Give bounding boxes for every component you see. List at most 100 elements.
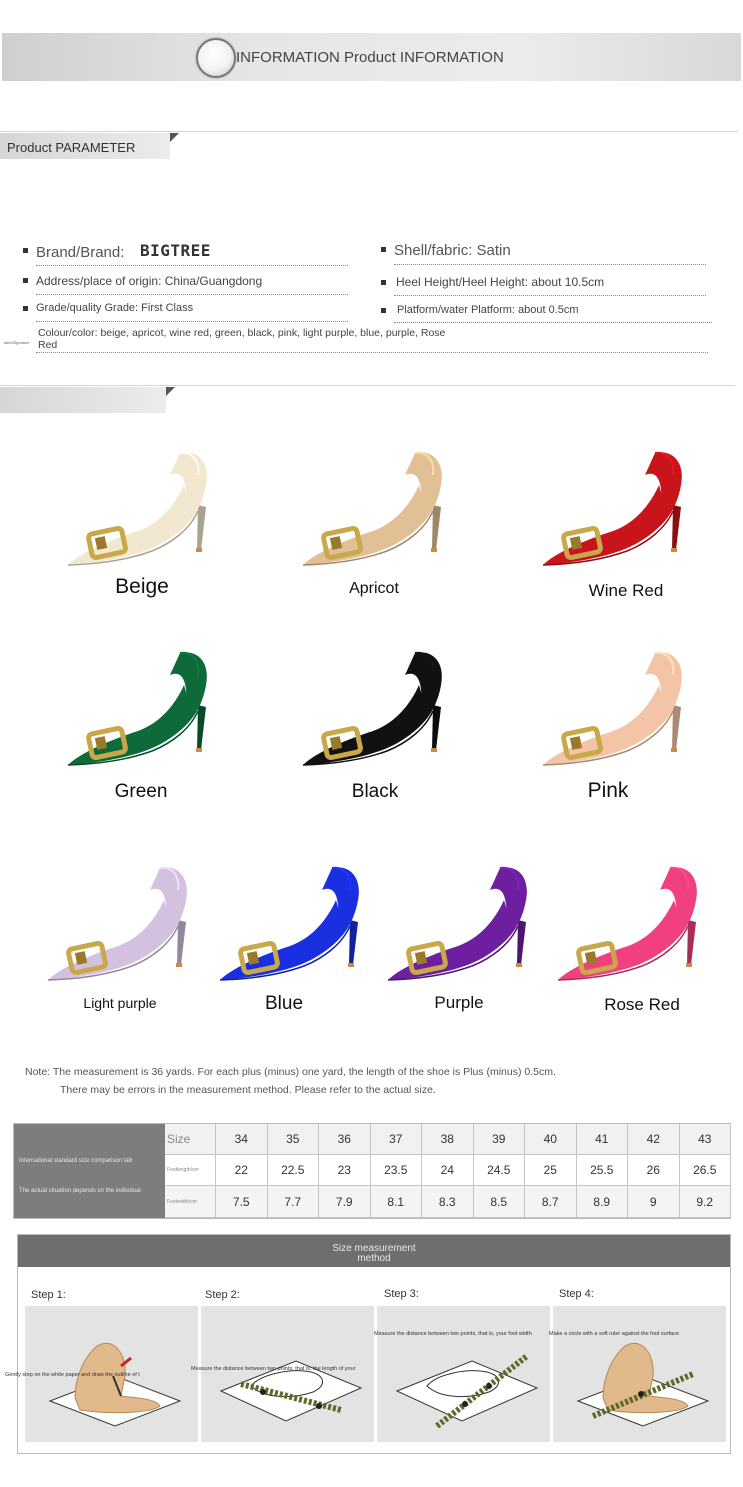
size-cell: 43 (679, 1124, 731, 1155)
bullet-icon (381, 247, 386, 252)
shell-fabric: Shell/fabric: Satin (394, 242, 511, 259)
bullet-icon (23, 306, 28, 311)
dotted-rule (36, 294, 348, 295)
length-row-header: Footlength/cm (165, 1155, 216, 1186)
step-caption: Measure the distance between two points,… (191, 1366, 356, 1372)
step-label: Step 3: (384, 1288, 419, 1300)
heel-height: Heel Height/Heel Height: about 10.5cm (396, 275, 605, 289)
width-cell: 7.5 (216, 1186, 268, 1218)
width-cell: 7.7 (267, 1186, 319, 1218)
length-cell: 23 (319, 1155, 371, 1186)
shoe-illustration (47, 866, 187, 981)
color-label: Black (351, 781, 399, 802)
size-cell: 36 (319, 1124, 371, 1155)
length-cell: 24.5 (473, 1155, 525, 1186)
color-label: Beige (115, 575, 169, 598)
colour-line-2: Red (38, 339, 58, 351)
dotted-rule (394, 322, 712, 323)
length-cell: 26.5 (679, 1155, 731, 1186)
bullet-icon (381, 308, 386, 313)
size-table-caption: International standard size comparison t… (14, 1124, 165, 1218)
shoe-image (535, 445, 695, 575)
shoe-illustration (67, 451, 207, 566)
measuring-diagram (219, 1360, 363, 1422)
step-illustration (201, 1306, 374, 1442)
shoe-illustration (542, 451, 682, 566)
shoe-illustration (302, 651, 442, 766)
color-label: Wine Red (588, 581, 664, 600)
width-row-header: Footwidth/cm (165, 1186, 216, 1218)
shoe-illustration (219, 866, 359, 981)
shoe-image (60, 645, 220, 775)
measurement-title: Size measurement method (18, 1244, 730, 1264)
colors-tab (0, 387, 166, 413)
width-cell: 8.9 (576, 1186, 628, 1218)
shoe-illustration (387, 866, 527, 981)
shoe-illustration (557, 866, 697, 981)
step-label: Step 4: (559, 1288, 594, 1300)
section-divider (0, 385, 735, 386)
width-cell: 8.5 (473, 1186, 525, 1218)
size-cell: 34 (216, 1124, 268, 1155)
shoe-image (380, 860, 540, 990)
dotted-rule (36, 265, 348, 266)
dotted-rule (36, 321, 348, 322)
size-table-title: International standard size comparison t… (19, 1158, 133, 1164)
step-illustration (377, 1306, 550, 1442)
size-cell: 37 (370, 1124, 422, 1155)
size-cell: 40 (525, 1124, 577, 1155)
size-grid: Size 34 35 36 37 38 39 40 41 42 43 Footlength/cm 22… (165, 1124, 731, 1218)
note-line-2: There may be errors in the measurement m… (60, 1084, 436, 1096)
step-caption: Make a circle with a soft ruler against … (549, 1331, 679, 1337)
bullet-icon (23, 278, 28, 283)
shoe-illustration (67, 651, 207, 766)
shoe-image (295, 645, 455, 775)
color-label: Blue (264, 993, 304, 1014)
color-label: Purple (434, 993, 484, 1012)
length-cell: 24 (422, 1155, 474, 1186)
measuring-diagram (576, 1342, 710, 1427)
shoe-image (40, 860, 200, 990)
size-cell: 38 (422, 1124, 474, 1155)
tab-notch (170, 133, 179, 142)
dotted-rule (36, 352, 708, 353)
dotted-rule (394, 295, 706, 296)
length-cell: 26 (628, 1155, 680, 1186)
measuring-diagram (395, 1353, 539, 1429)
size-cell: 41 (576, 1124, 628, 1155)
width-cell: 8.7 (525, 1186, 577, 1218)
shoe-image (60, 445, 220, 575)
width-cell: 9.2 (679, 1186, 731, 1218)
dotted-rule (394, 264, 706, 265)
size-table-subtitle: The actual situation depends on the indi… (19, 1188, 141, 1194)
color-label: Pink (587, 779, 629, 802)
color-label: Green (114, 781, 168, 802)
shoe-illustration (542, 651, 682, 766)
origin: Address/place of origin: China/Guangdong (36, 274, 263, 288)
header-title: INFORMATION Product INFORMATION (236, 49, 504, 66)
size-cell: 35 (267, 1124, 319, 1155)
width-cell: 8.1 (370, 1186, 422, 1218)
size-row-header: Size (165, 1124, 216, 1155)
size-cell: 39 (473, 1124, 525, 1155)
step-label: Step 2: (205, 1289, 240, 1301)
brand-label: Brand/Brand: (36, 244, 125, 261)
color-label: Apricot (349, 580, 399, 597)
bullet-icon (23, 248, 28, 253)
shoe-image (295, 445, 455, 575)
step-caption: Gently step on the white paper and draw … (5, 1372, 140, 1378)
color-label: Rose Red (604, 995, 680, 1014)
banner-circle-ornament (196, 38, 236, 78)
tab-notch (166, 387, 175, 396)
length-cell: 22 (216, 1155, 268, 1186)
length-cell: 23.5 (370, 1155, 422, 1186)
bullet-icon (381, 280, 386, 285)
grade: Grade/quality Grade: First Class (36, 302, 194, 314)
length-cell: 22.5 (267, 1155, 319, 1186)
note-line-1: Note: The measurement is 36 yards. For e… (25, 1066, 556, 1078)
colour-line-1: Colour/color: beige, apricot, wine red, … (38, 327, 446, 339)
shoe-image (535, 645, 695, 775)
section-divider (0, 131, 738, 132)
platform: Platform/water Platform: about 0.5cm (397, 304, 579, 316)
shoe-image (212, 860, 372, 990)
